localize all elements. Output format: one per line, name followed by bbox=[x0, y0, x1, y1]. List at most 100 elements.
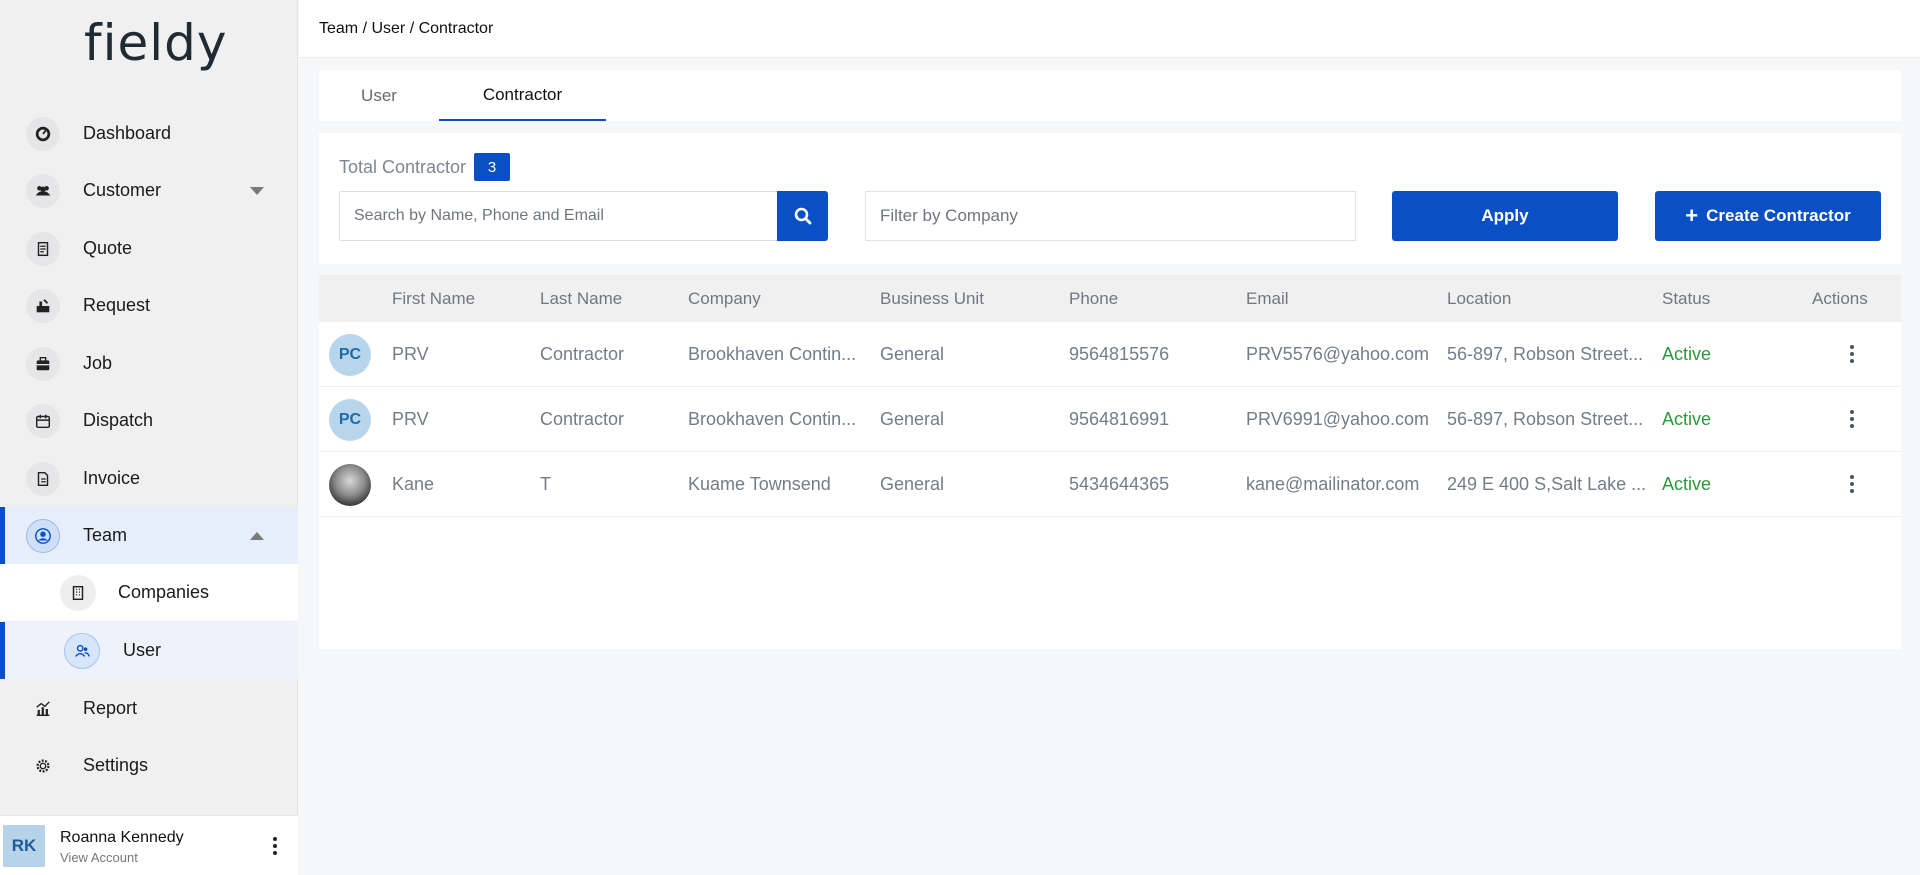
status-badge: Active bbox=[1662, 474, 1712, 494]
row-actions-kebab-icon[interactable] bbox=[1847, 409, 1857, 429]
first-name-cell: PRV bbox=[392, 344, 429, 364]
building-icon bbox=[60, 575, 96, 611]
sidebar-subitem-user[interactable]: User bbox=[0, 622, 298, 679]
sidebar-subitem-label: User bbox=[123, 640, 162, 660]
sidebar-item-quote[interactable]: Quote bbox=[0, 220, 298, 277]
sidebar-subitem-label: Companies bbox=[118, 582, 210, 602]
business-unit-cell: General bbox=[880, 409, 945, 429]
search-icon bbox=[794, 207, 811, 225]
column-header[interactable]: Business Unit bbox=[880, 289, 984, 309]
settings-icon bbox=[26, 749, 60, 783]
first-name-cell: Kane bbox=[392, 474, 435, 494]
sidebar-item-invoice[interactable]: Invoice bbox=[0, 450, 298, 507]
location-cell: 249 E 400 S,Salt Lake ... bbox=[1447, 474, 1647, 494]
row-actions-kebab-icon[interactable] bbox=[1847, 344, 1857, 364]
sidebar-item-label: Dashboard bbox=[83, 123, 172, 143]
fieldy-logo[interactable]: fieldy bbox=[84, 14, 228, 86]
account-name: Roanna Kennedy bbox=[60, 829, 184, 846]
apply-button[interactable]: Apply bbox=[1392, 191, 1618, 241]
sidebar-item-label: Customer bbox=[83, 180, 162, 200]
status-badge: Active bbox=[1662, 409, 1712, 429]
create-contractor-button[interactable]: + Create Contractor bbox=[1655, 191, 1881, 241]
report-icon bbox=[26, 692, 60, 726]
contractor-table: First Name Last Name Company Business Un… bbox=[319, 275, 1901, 649]
plus-icon: + bbox=[1685, 203, 1699, 228]
total-contractor: Total Contractor 3 bbox=[339, 153, 511, 181]
customers-icon bbox=[26, 173, 60, 208]
breadcrumb: Team / User / Contractor bbox=[319, 20, 494, 37]
sidebar-item-job[interactable]: Job bbox=[0, 335, 298, 392]
column-header[interactable]: Location bbox=[1447, 289, 1511, 309]
email-cell: kane@mailinator.com bbox=[1246, 474, 1420, 494]
column-header[interactable]: Email bbox=[1246, 289, 1289, 309]
table-row[interactable]: Kane T Kuame Townsend General 5434644365… bbox=[319, 452, 1901, 517]
column-header[interactable]: Company bbox=[688, 289, 761, 309]
sidebar-item-request[interactable]: Request bbox=[0, 277, 298, 334]
sidebar-item-dashboard[interactable]: Dashboard bbox=[0, 105, 298, 162]
chevron-up-icon[interactable] bbox=[250, 531, 264, 540]
last-name-cell: T bbox=[540, 474, 551, 494]
table-row[interactable]: PC PRV Contractor Brookhaven Contin... G… bbox=[319, 387, 1901, 452]
first-name-cell: PRV bbox=[392, 409, 429, 429]
company-filter-input[interactable] bbox=[865, 191, 1356, 241]
row-actions-kebab-icon[interactable] bbox=[1847, 474, 1857, 494]
dispatch-icon bbox=[26, 403, 60, 438]
sidebar-item-label: Quote bbox=[83, 238, 133, 258]
top-bar: Team / User / Contractor bbox=[299, 0, 1920, 58]
search-input[interactable] bbox=[339, 191, 779, 241]
create-contractor-label: Create Contractor bbox=[1706, 206, 1851, 225]
company-cell: Kuame Townsend bbox=[688, 474, 831, 494]
sidebar-item-dispatch[interactable]: Dispatch bbox=[0, 392, 298, 449]
tab-bar: User Contractor bbox=[319, 70, 1901, 121]
account-menu-kebab-icon[interactable] bbox=[270, 836, 280, 856]
sidebar-item-label: Dispatch bbox=[83, 410, 154, 430]
job-icon bbox=[26, 346, 60, 381]
location-cell: 56-897, Robson Street... bbox=[1447, 409, 1644, 429]
count-badge: 3 bbox=[474, 153, 511, 181]
view-account-link[interactable]: View Account bbox=[60, 850, 138, 865]
team-icon bbox=[26, 518, 60, 553]
tab-contractor[interactable]: Contractor bbox=[439, 70, 606, 121]
quote-icon bbox=[26, 231, 60, 266]
request-icon bbox=[26, 288, 60, 323]
sidebar-item-label: Job bbox=[83, 353, 113, 373]
business-unit-cell: General bbox=[880, 474, 945, 494]
status-badge: Active bbox=[1662, 344, 1712, 364]
total-contractor-label: Total Contractor bbox=[339, 156, 467, 177]
phone-cell: 9564816991 bbox=[1069, 409, 1170, 429]
email-cell: PRV5576@yahoo.com bbox=[1246, 344, 1430, 364]
company-cell: Brookhaven Contin... bbox=[688, 409, 857, 429]
sidebar-item-team[interactable]: Team bbox=[0, 507, 298, 564]
column-header[interactable]: Status bbox=[1662, 289, 1710, 309]
phone-cell: 5434644365 bbox=[1069, 474, 1170, 494]
table-row[interactable]: PC PRV Contractor Brookhaven Contin... G… bbox=[319, 322, 1901, 387]
avatar: RK bbox=[3, 825, 45, 867]
table-header: First Name Last Name Company Business Un… bbox=[319, 275, 1901, 322]
column-header[interactable]: First Name bbox=[392, 289, 475, 309]
tab-user[interactable]: User bbox=[319, 70, 439, 121]
invoice-icon bbox=[26, 461, 60, 496]
email-cell: PRV6991@yahoo.com bbox=[1246, 409, 1430, 429]
sidebar-item-report[interactable]: Report bbox=[0, 680, 298, 737]
sidebar-item-label: Report bbox=[83, 698, 138, 718]
column-header[interactable]: Phone bbox=[1069, 289, 1118, 309]
business-unit-cell: General bbox=[880, 344, 945, 364]
sidebar-item-label: Request bbox=[83, 295, 151, 315]
company-cell: Brookhaven Contin... bbox=[688, 344, 857, 364]
sidebar-item-label: Invoice bbox=[83, 468, 141, 488]
phone-cell: 9564815576 bbox=[1069, 344, 1170, 364]
column-header: Actions bbox=[1812, 289, 1868, 308]
last-name-cell: Contractor bbox=[540, 409, 625, 429]
avatar: PC bbox=[329, 334, 371, 376]
logo-text: fieldy bbox=[84, 14, 228, 72]
sidebar-item-settings[interactable]: Settings bbox=[0, 737, 298, 794]
sidebar-item-customer[interactable]: Customer bbox=[0, 162, 298, 219]
chevron-down-icon[interactable] bbox=[250, 186, 264, 195]
filter-panel: Total Contractor 3 Apply + Create Contra… bbox=[319, 133, 1901, 264]
sidebar-subitem-companies[interactable]: Companies bbox=[0, 564, 298, 621]
sidebar: fieldy Dashboard Customer Quote Request … bbox=[0, 0, 298, 875]
account-panel[interactable]: RK Roanna Kennedy View Account bbox=[0, 815, 298, 875]
sidebar-item-label: Settings bbox=[83, 755, 149, 775]
search-button[interactable] bbox=[777, 191, 828, 241]
column-header[interactable]: Last Name bbox=[540, 289, 622, 309]
